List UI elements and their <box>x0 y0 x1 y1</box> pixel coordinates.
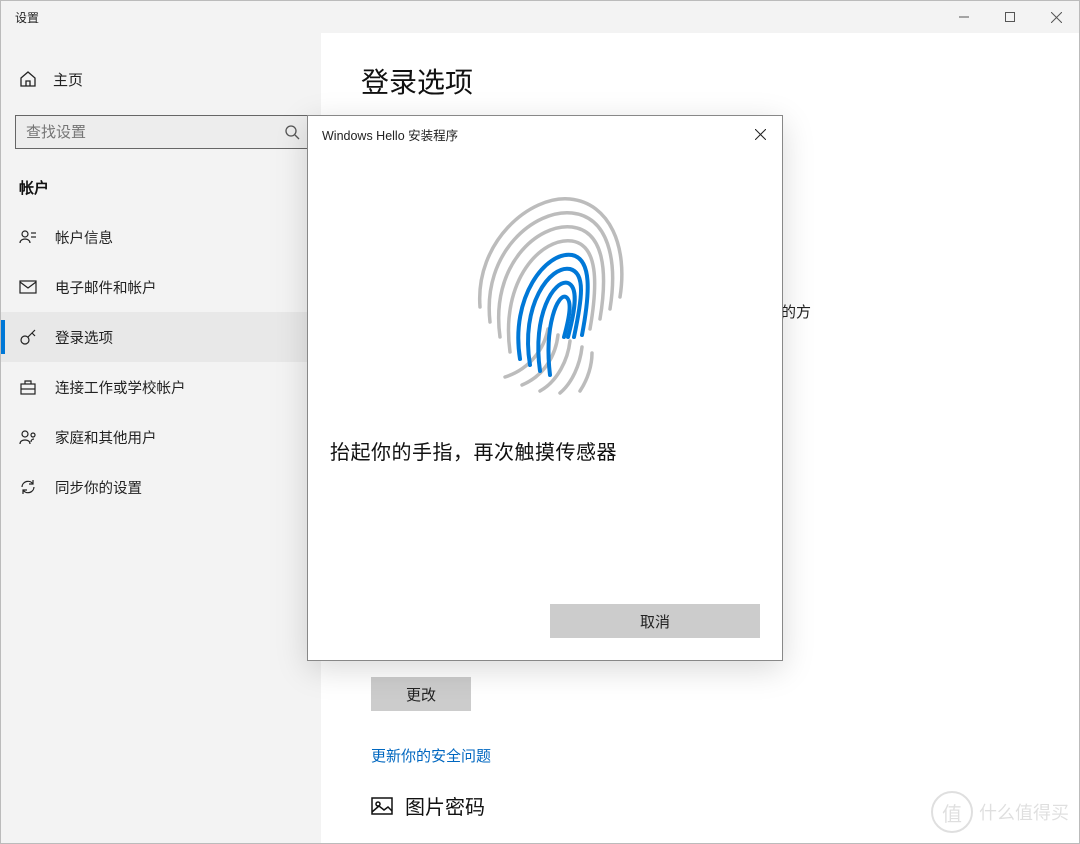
sidebar-item-label: 连接工作或学校帐户 <box>55 377 186 398</box>
search-input-container[interactable] <box>15 115 311 149</box>
window-title: 设置 <box>1 9 39 26</box>
background-text-fragment: 的方 <box>781 301 811 322</box>
picture-password-header: 图片密码 <box>371 791 485 820</box>
sidebar-item-label: 家庭和其他用户 <box>55 427 157 448</box>
sidebar-item-work-school[interactable]: 连接工作或学校帐户 <box>1 362 321 412</box>
mail-icon <box>19 278 37 296</box>
close-icon <box>755 129 766 140</box>
page-title: 登录选项 <box>361 61 1079 101</box>
change-password-button[interactable]: 更改 <box>371 677 471 711</box>
dialog-instruction: 抬起你的手指，再次触摸传感器 <box>308 436 617 465</box>
sync-icon <box>19 478 37 496</box>
sidebar-item-label: 同步你的设置 <box>55 477 142 498</box>
dialog-body: 抬起你的手指，再次触摸传感器 <box>308 152 782 604</box>
sidebar-item-signin-options[interactable]: 登录选项 <box>1 312 321 362</box>
fingerprint-illustration <box>445 172 645 412</box>
picture-icon <box>371 795 393 817</box>
sidebar-item-label: 电子邮件和帐户 <box>55 277 157 298</box>
hello-setup-dialog: Windows Hello 安装程序 <box>307 115 783 661</box>
search-icon <box>284 124 300 140</box>
home-link[interactable]: 主页 <box>1 57 321 101</box>
dialog-title: Windows Hello 安装程序 <box>322 125 742 144</box>
sidebar: 主页 帐户 帐户信息 电子邮件和帐户 登录选项 <box>1 33 321 843</box>
cancel-button-label: 取消 <box>640 611 670 632</box>
sidebar-item-label: 登录选项 <box>55 327 113 348</box>
title-bar: 设置 <box>1 1 1079 33</box>
sidebar-item-sync[interactable]: 同步你的设置 <box>1 462 321 512</box>
sidebar-item-family[interactable]: 家庭和其他用户 <box>1 412 321 462</box>
search-wrap <box>1 101 321 149</box>
sidebar-item-email[interactable]: 电子邮件和帐户 <box>1 262 321 312</box>
sidebar-section-title: 帐户 <box>1 149 321 212</box>
key-icon <box>19 328 37 346</box>
sidebar-item-label: 帐户信息 <box>55 227 113 248</box>
minimize-button[interactable] <box>941 1 987 33</box>
people-icon <box>19 428 37 446</box>
dialog-header: Windows Hello 安装程序 <box>308 116 782 152</box>
fingerprint-icon <box>460 187 630 397</box>
close-window-button[interactable] <box>1033 1 1079 33</box>
dialog-close-button[interactable] <box>742 119 778 149</box>
window-controls <box>941 1 1079 33</box>
picture-password-label: 图片密码 <box>405 791 485 820</box>
maximize-button[interactable] <box>987 1 1033 33</box>
sidebar-item-account-info[interactable]: 帐户信息 <box>1 212 321 262</box>
update-security-questions-link[interactable]: 更新你的安全问题 <box>371 745 491 766</box>
home-icon <box>19 70 37 88</box>
dialog-footer: 取消 <box>308 604 782 660</box>
person-card-icon <box>19 228 37 246</box>
home-label: 主页 <box>53 69 83 90</box>
search-input[interactable] <box>26 124 284 141</box>
settings-window: 设置 主页 帐户 <box>0 0 1080 844</box>
change-password-label: 更改 <box>406 684 436 705</box>
cancel-button[interactable]: 取消 <box>550 604 760 638</box>
briefcase-icon <box>19 378 37 396</box>
